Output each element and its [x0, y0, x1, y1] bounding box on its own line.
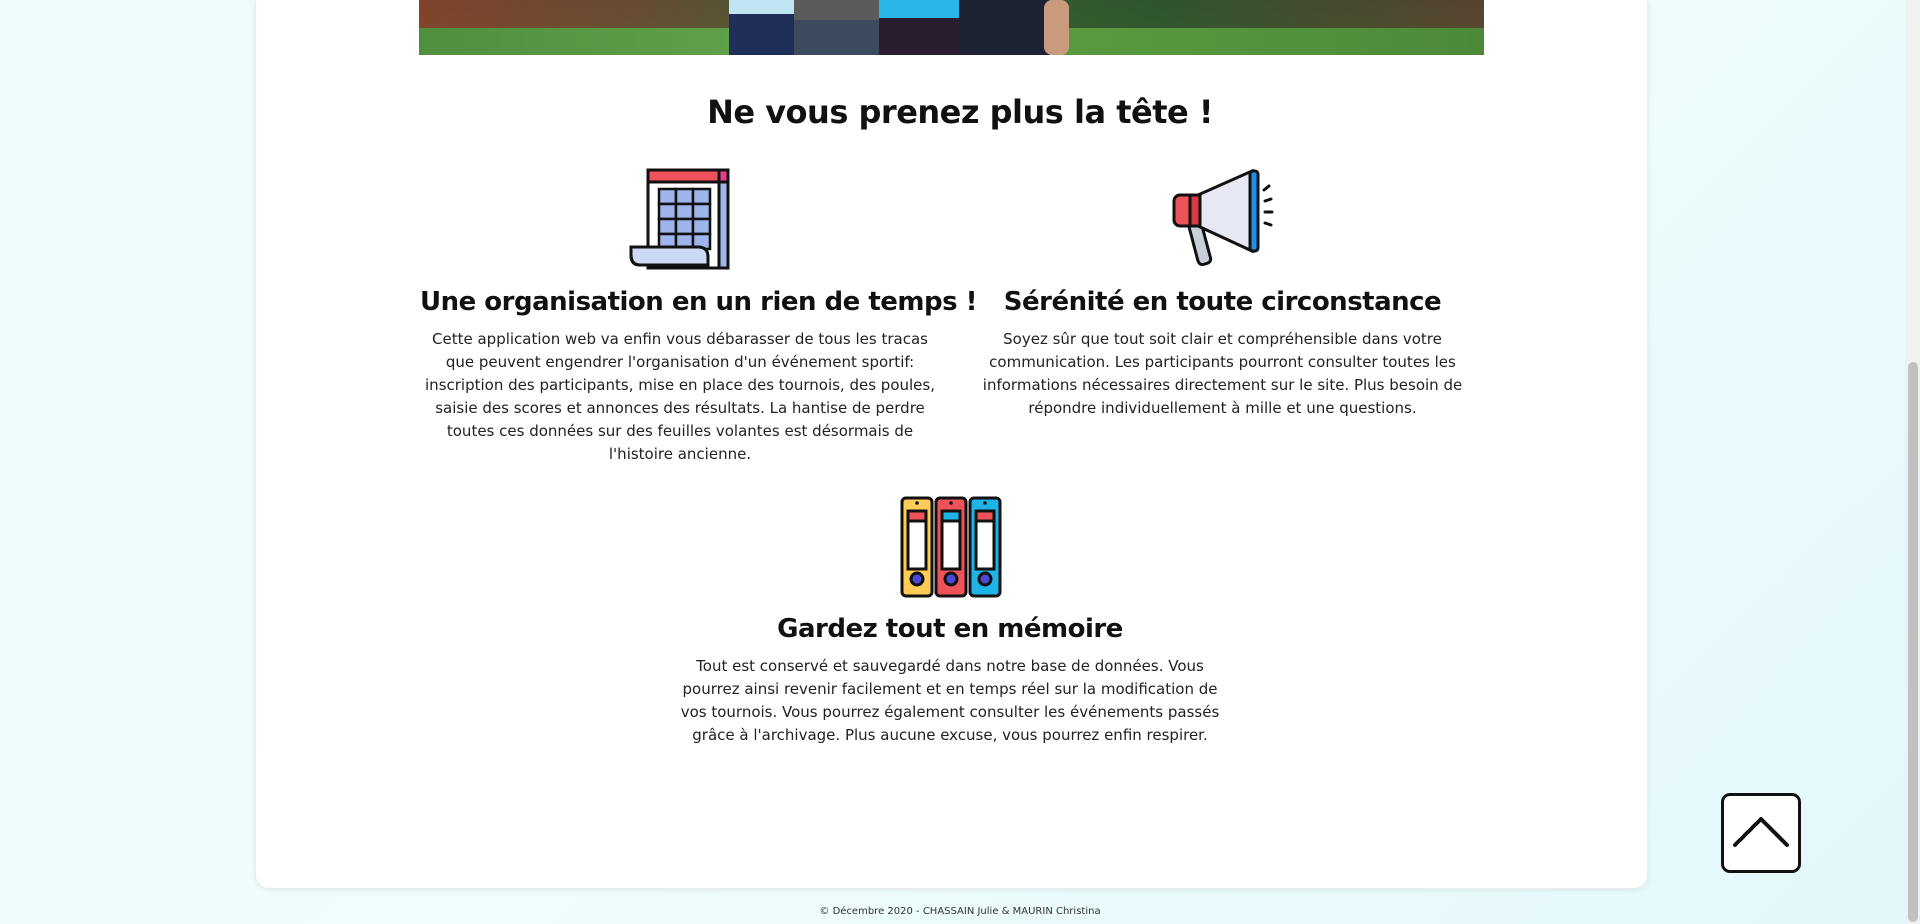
feature-description: Soyez sûr que tout soit clair et compréh…	[982, 330, 1463, 417]
section-title: Ne vous prenez plus la tête !	[707, 93, 1213, 131]
feature-title: Gardez tout en mémoire	[777, 614, 1123, 644]
feature-description: Cette application web va enfin vous déba…	[425, 330, 935, 463]
feature-title: Sérénité en toute circonstance	[1003, 287, 1442, 317]
hero-person	[879, 0, 964, 55]
feature-description: Tout est conservé et sauvegardé dans not…	[680, 657, 1220, 744]
hero-person-hand	[1044, 0, 1069, 55]
megaphone-icon	[1170, 168, 1276, 272]
feature-title: Une organisation en un rien de temps !	[420, 287, 978, 317]
footer-copyright: © Décembre 2020 - CHASSAIN Julie & MAURI…	[819, 906, 1101, 917]
back-to-top-button[interactable]	[1721, 793, 1801, 873]
hero-photo	[419, 0, 1484, 55]
calendar-icon	[628, 167, 732, 275]
hero-person	[959, 0, 1049, 55]
chevron-up-icon	[1732, 814, 1790, 852]
scrollbar-thumb[interactable]	[1908, 362, 1918, 922]
binders-icon	[899, 495, 1003, 603]
hero-person	[729, 0, 799, 55]
hero-person	[794, 0, 884, 55]
